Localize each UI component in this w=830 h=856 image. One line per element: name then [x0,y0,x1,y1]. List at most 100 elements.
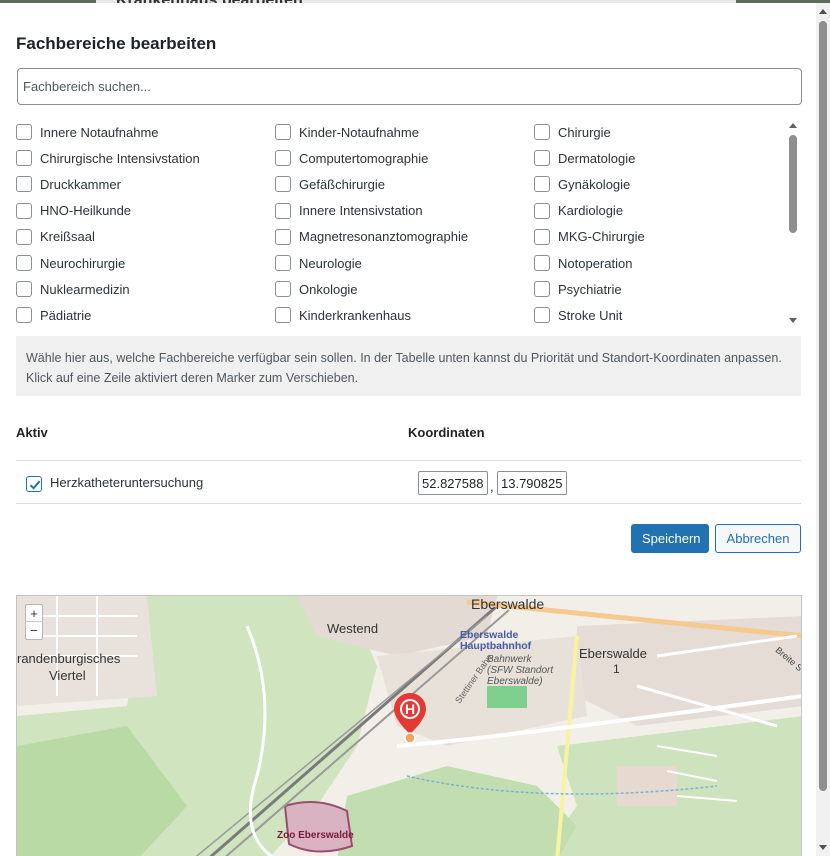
department-checkbox[interactable] [16,255,32,272]
department-option[interactable]: Chirurgie [534,119,786,145]
page-scrollbar[interactable] [816,3,830,856]
department-checkbox[interactable] [275,255,291,272]
map-zoom-control[interactable]: + − [25,604,43,640]
table-row[interactable]: Herzkatheteruntersuchung , [16,462,801,504]
department-checkbox[interactable] [534,228,550,245]
department-checkbox[interactable] [16,307,32,324]
page-scrollbar-thumb[interactable] [819,21,827,791]
department-label: Pädiatrie [40,307,92,323]
department-option[interactable]: Magnetresonanztomographie [275,224,534,250]
department-option[interactable]: Stroke Unit [534,302,786,327]
department-option[interactable]: Chirurgische Intensivstation [16,145,275,171]
department-checkbox[interactable] [534,281,550,298]
bw-line-3: Eberswalde) [487,676,543,687]
coordinate-separator: , [490,479,494,494]
page-scroll-down-icon[interactable] [819,845,827,850]
page-scroll-up-icon[interactable] [819,9,827,14]
department-checkbox[interactable] [16,150,32,167]
scroll-down-arrow-icon[interactable] [789,318,797,323]
department-option[interactable]: Onkologie [275,276,534,302]
department-option[interactable]: Nuklearmedizin [16,276,275,302]
department-checkbox[interactable] [275,176,291,193]
department-label: Kreißsaal [40,229,95,245]
zoom-out-button[interactable]: − [26,622,42,639]
department-option[interactable]: Innere Intensivstation [275,198,534,224]
department-label: Innere Intensivstation [299,203,423,219]
save-button[interactable]: Speichern [631,524,709,553]
department-label: Psychiatrie [558,281,622,297]
department-checkbox[interactable] [534,124,550,141]
cancel-button[interactable]: Abbrechen [715,524,801,553]
department-checkbox[interactable] [275,307,291,324]
location-map[interactable]: + − Eberswalde Westend randenburgisches … [16,595,802,856]
department-search-input[interactable] [17,68,802,105]
department-label: Neurochirurgie [40,255,126,271]
department-option[interactable]: Kardiologie [534,198,786,224]
department-label: Chirurgische Intensivstation [40,150,200,166]
department-label: Kinder-Notaufnahme [299,124,419,140]
department-option[interactable]: Gefäßchirurgie [275,171,534,197]
edit-departments-modal: Fachbereiche bearbeiten Innere Notaufnah… [0,3,830,856]
bw-line-1: Bahnwerk [487,654,532,665]
map-pin-icon: H [394,693,426,744]
department-label: Stroke Unit [558,307,623,323]
department-checkbox[interactable] [534,150,550,167]
department-label: Neurologie [299,255,362,271]
department-checkbox[interactable] [534,202,550,219]
department-option[interactable]: Gynäkologie [534,171,786,197]
column-header-coordinates: Koordinaten [408,425,485,440]
department-option[interactable]: Computertomographie [275,145,534,171]
department-checkbox[interactable] [16,202,32,219]
help-text: Wähle hier aus, welche Fachbereiche verf… [16,336,801,396]
department-option[interactable]: MKG-Chirurgie [534,224,786,250]
department-checkbox[interactable] [275,150,291,167]
hbf-line-2: Hauptbahnhof [460,640,532,652]
department-label: Kinderkrankenhaus [299,307,412,323]
scrollbar-thumb[interactable] [789,135,797,233]
longitude-input[interactable] [497,471,567,495]
department-checkbox[interactable] [16,176,32,193]
checkmark-icon [29,480,41,490]
department-option[interactable]: Notoperation [534,250,786,276]
map-label-eberswalde: Eberswalde [471,596,545,612]
latitude-input[interactable] [418,471,488,495]
department-option[interactable]: Dermatologie [534,145,786,171]
department-option[interactable]: Neurochirurgie [16,250,275,276]
department-label: Gynäkologie [558,176,631,192]
map-label-bahnwerk: Bahnwerk (SFW Standort Eberswalde) [487,654,553,687]
department-option[interactable]: Psychiatrie [534,276,786,302]
department-option[interactable]: Kinder-Notaufnahme [275,119,534,145]
department-option[interactable]: Druckkammer [16,171,275,197]
department-option[interactable]: Kreißsaal [16,224,275,250]
department-label: HNO-Heilkunde [40,203,132,219]
department-checkbox[interactable] [534,255,550,272]
department-option[interactable]: Kinderkrankenhaus [275,302,534,327]
department-label: Dermatologie [558,150,636,166]
hospital-marker[interactable]: H [393,692,427,744]
department-checkbox[interactable] [275,228,291,245]
row-active-checkbox[interactable] [26,476,42,492]
table-header: Aktiv Koordinaten [16,419,801,461]
department-label: Innere Notaufnahme [40,124,159,140]
department-checkbox[interactable] [275,281,291,298]
department-option[interactable]: HNO-Heilkunde [16,198,275,224]
department-checkbox[interactable] [534,307,550,324]
department-list-scrollbar[interactable] [786,119,800,327]
department-checkbox[interactable] [275,124,291,141]
department-checkbox[interactable] [534,176,550,193]
map-label-viertel: Viertel [49,668,86,683]
department-option[interactable]: Neurologie [275,250,534,276]
map-label-westend: Westend [327,621,379,636]
department-checkbox[interactable] [16,124,32,141]
department-option[interactable]: Innere Notaufnahme [16,119,275,145]
department-checkbox[interactable] [16,228,32,245]
department-checkbox-list[interactable]: Innere Notaufnahme Kinder-Notaufnahme Chir… [16,119,802,327]
department-option[interactable]: Pädiatrie [16,302,275,327]
department-checkbox[interactable] [275,202,291,219]
scroll-up-arrow-icon[interactable] [789,123,797,128]
department-checkbox[interactable] [16,281,32,298]
department-label: Gefäßchirurgie [299,176,385,192]
department-label: Nuklearmedizin [40,281,130,297]
zoom-in-button[interactable]: + [26,605,42,622]
row-department-label: Herzkatheteruntersuchung [50,475,204,490]
